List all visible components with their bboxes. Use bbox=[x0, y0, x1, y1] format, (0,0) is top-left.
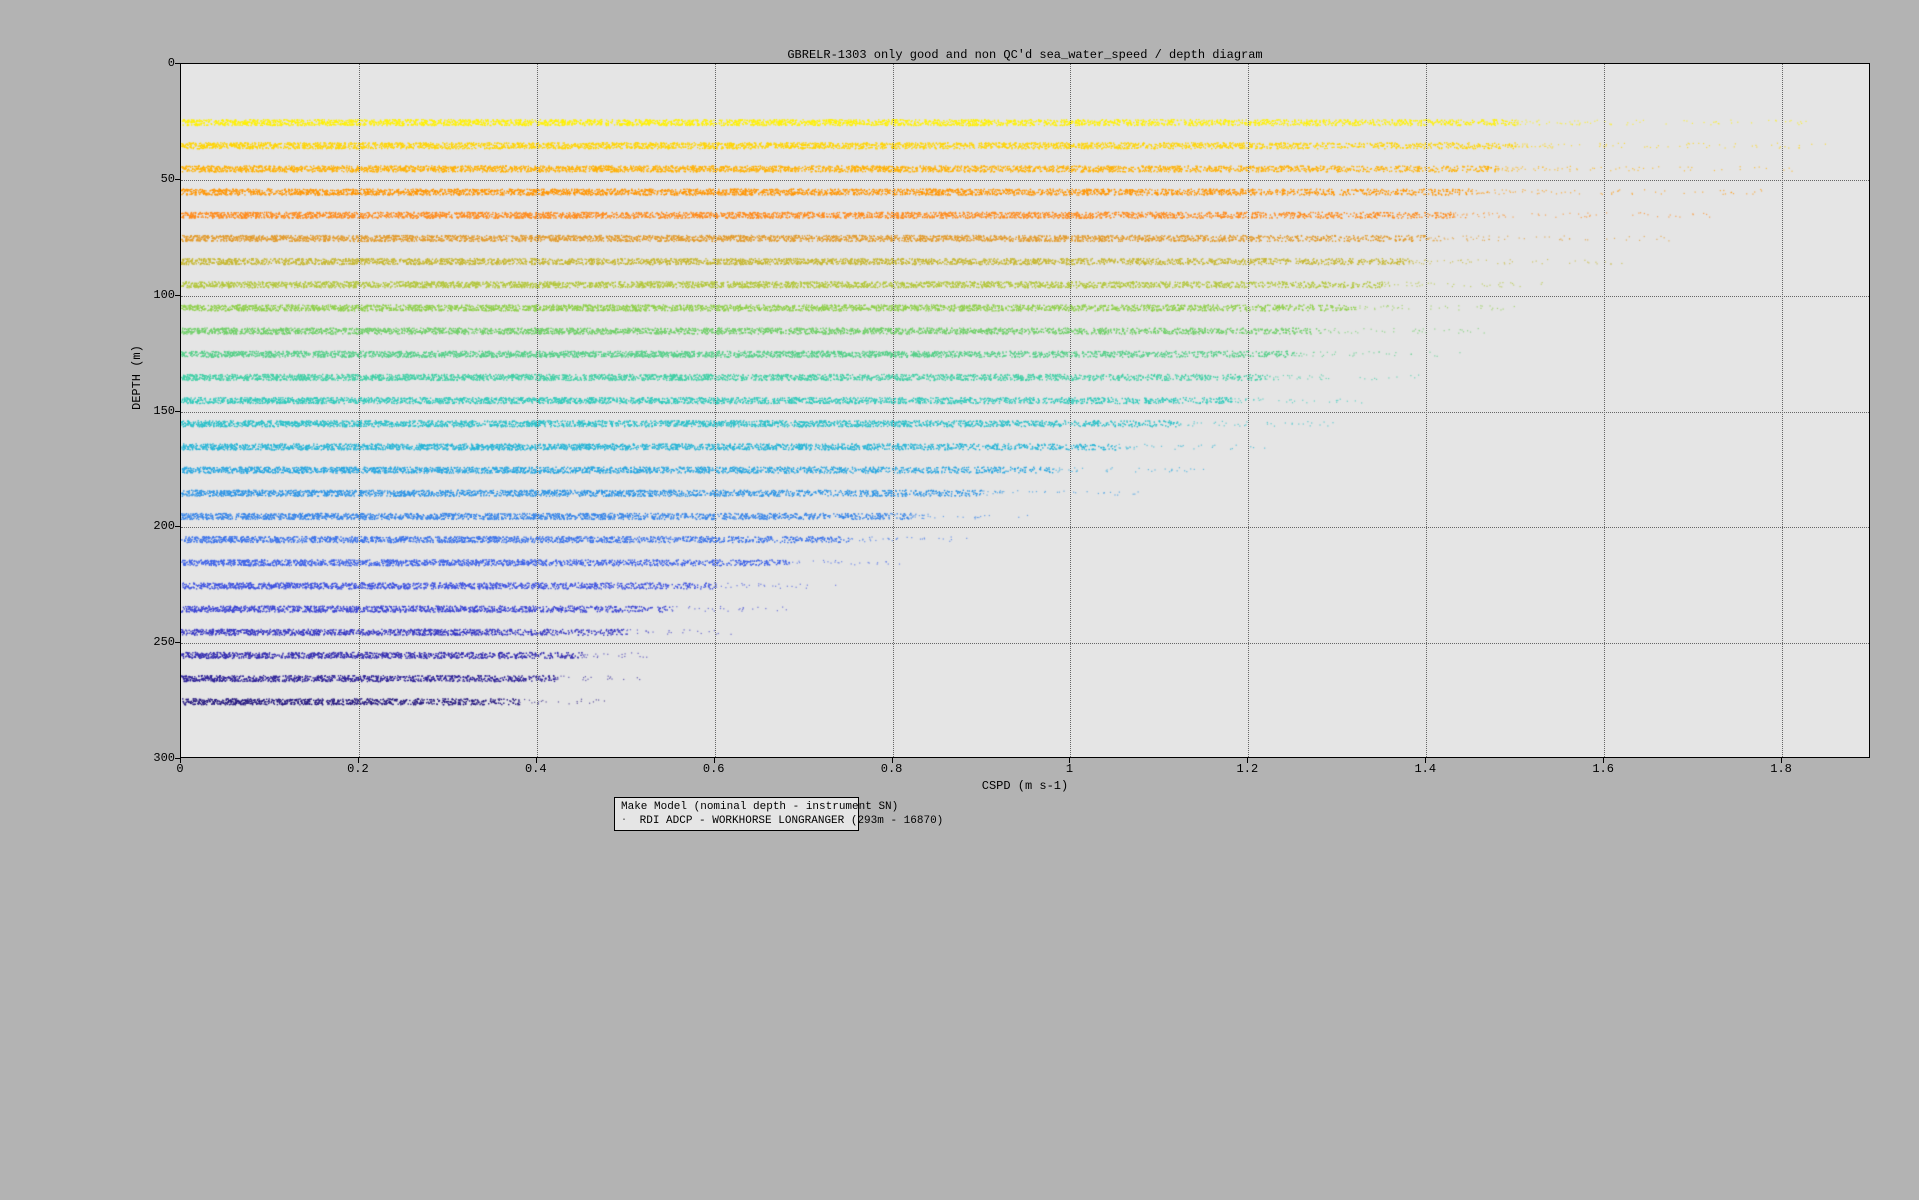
y-tick-mark bbox=[175, 526, 180, 527]
grid-line-vertical bbox=[1070, 64, 1071, 757]
grid-line-vertical bbox=[893, 64, 894, 757]
chart-title: GBRELR-1303 only good and non QC'd sea_w… bbox=[180, 48, 1870, 62]
x-tick-label: 0.2 bbox=[347, 762, 369, 776]
legend-marker-icon: · bbox=[621, 816, 627, 826]
grid-line-vertical bbox=[1782, 64, 1783, 757]
x-tick-mark bbox=[1069, 758, 1070, 763]
grid-line-vertical bbox=[715, 64, 716, 757]
grid-line-vertical bbox=[1248, 64, 1249, 757]
y-tick-mark bbox=[175, 179, 180, 180]
y-tick-label: 50 bbox=[161, 172, 175, 186]
grid-line-vertical bbox=[1426, 64, 1427, 757]
grid-line-horizontal bbox=[181, 527, 1869, 528]
x-tick-label: 0.6 bbox=[703, 762, 725, 776]
x-tick-label: 1.4 bbox=[1414, 762, 1436, 776]
grid-line-horizontal bbox=[181, 296, 1869, 297]
x-tick-mark bbox=[714, 758, 715, 763]
x-tick-mark bbox=[1425, 758, 1426, 763]
x-axis-label: CSPD (m s-1) bbox=[180, 779, 1870, 793]
legend-title: Make Model (nominal depth - instrument S… bbox=[621, 800, 852, 814]
y-tick-mark bbox=[175, 295, 180, 296]
y-tick-mark bbox=[175, 642, 180, 643]
grid-line-horizontal bbox=[181, 412, 1869, 413]
x-tick-mark bbox=[1603, 758, 1604, 763]
legend-entry-label: RDI ADCP - WORKHORSE LONGRANGER (293m - … bbox=[633, 814, 943, 828]
y-axis-label: DEPTH (m) bbox=[130, 345, 144, 410]
x-tick-label: 1.6 bbox=[1592, 762, 1614, 776]
grid-line-vertical bbox=[1604, 64, 1605, 757]
x-tick-mark bbox=[1247, 758, 1248, 763]
x-tick-label: 0 bbox=[176, 762, 183, 776]
grid-line-vertical bbox=[359, 64, 360, 757]
grid-line-vertical bbox=[537, 64, 538, 757]
x-tick-label: 0.4 bbox=[525, 762, 547, 776]
y-tick-label: 100 bbox=[153, 288, 175, 302]
x-tick-label: 1.2 bbox=[1237, 762, 1259, 776]
x-tick-label: 1.8 bbox=[1770, 762, 1792, 776]
x-tick-mark bbox=[1781, 758, 1782, 763]
x-tick-mark bbox=[180, 758, 181, 763]
x-tick-mark bbox=[892, 758, 893, 763]
y-tick-label: 200 bbox=[153, 519, 175, 533]
x-tick-label: 0.8 bbox=[881, 762, 903, 776]
x-tick-mark bbox=[358, 758, 359, 763]
grid-line-horizontal bbox=[181, 643, 1869, 644]
y-tick-mark bbox=[175, 758, 180, 759]
x-tick-mark bbox=[536, 758, 537, 763]
y-tick-label: 250 bbox=[153, 635, 175, 649]
legend-entry: · RDI ADCP - WORKHORSE LONGRANGER (293m … bbox=[621, 814, 852, 828]
grid-line-horizontal bbox=[181, 180, 1869, 181]
y-tick-label: 0 bbox=[168, 56, 175, 70]
y-tick-mark bbox=[175, 411, 180, 412]
plot-area bbox=[180, 63, 1870, 758]
y-tick-label: 150 bbox=[153, 404, 175, 418]
legend: Make Model (nominal depth - instrument S… bbox=[614, 797, 859, 831]
y-tick-mark bbox=[175, 63, 180, 64]
x-tick-label: 1 bbox=[1066, 762, 1073, 776]
y-tick-label: 300 bbox=[153, 751, 175, 765]
